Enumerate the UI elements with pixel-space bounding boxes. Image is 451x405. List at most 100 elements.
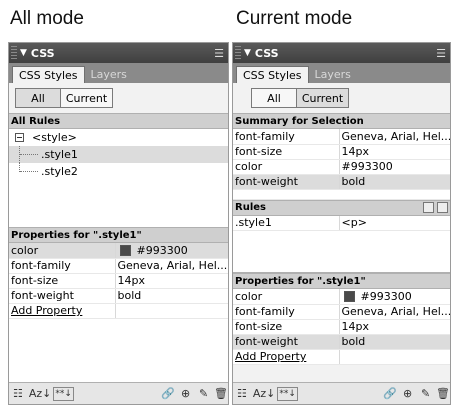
summary-spacer xyxy=(233,189,450,200)
alphabetical-view-button[interactable]: Az↓ xyxy=(29,387,52,400)
rules-empty-area xyxy=(233,231,450,273)
attach-style-sheet-icon[interactable]: 🔗 xyxy=(161,387,175,400)
property-row[interactable]: font-size 14px xyxy=(9,273,228,289)
panel-titlebar[interactable]: ▼ CSS ☰ xyxy=(9,43,228,63)
delete-icon[interactable]: 🗑 xyxy=(214,387,228,400)
color-swatch[interactable] xyxy=(343,290,355,302)
tree-item-label: .style1 xyxy=(41,148,78,161)
property-value[interactable]: bold xyxy=(115,288,228,304)
new-css-rule-icon[interactable]: ⊕ xyxy=(181,387,190,400)
tree-root-label: <style> xyxy=(32,131,77,144)
delete-icon[interactable]: 🗑 xyxy=(436,387,450,400)
add-property-link[interactable]: Add Property xyxy=(233,349,340,365)
property-value-cell[interactable]: #993300 xyxy=(339,289,450,305)
collapse-box-icon[interactable] xyxy=(15,133,24,142)
property-name: color xyxy=(233,159,340,175)
property-value[interactable]: Geneva, Arial, Hel... xyxy=(339,304,450,320)
rule-row[interactable]: .style1 <p> xyxy=(233,215,450,231)
attach-style-sheet-icon[interactable]: 🔗 xyxy=(383,387,397,400)
tab-layers[interactable]: Layers xyxy=(85,66,133,83)
summary-row[interactable]: font-family Geneva, Arial, Hel... xyxy=(233,129,450,145)
property-name: font-size xyxy=(233,319,340,335)
property-value[interactable]: Geneva, Arial, Hel... xyxy=(115,258,228,274)
property-row[interactable]: color #993300 xyxy=(233,289,450,305)
properties-heading[interactable]: Properties for ".style1" xyxy=(233,273,450,289)
summary-heading[interactable]: Summary for Selection xyxy=(233,113,450,129)
current-mode-button[interactable]: Current xyxy=(61,88,113,108)
current-mode-button[interactable]: Current xyxy=(297,88,349,108)
category-view-icon[interactable]: ☷ xyxy=(237,387,247,400)
all-mode-caption: All mode xyxy=(10,8,84,29)
summary-row[interactable]: color #993300 xyxy=(233,159,450,175)
panel-titlebar[interactable]: ▼ CSS ☰ xyxy=(233,43,450,63)
add-property-row: Add Property xyxy=(9,303,228,319)
empty-cell xyxy=(339,349,450,365)
panel-bottom-toolbar: ☷ Az↓ **↓ 🔗 ⊕ ✎ 🗑 xyxy=(9,382,228,404)
edit-style-icon[interactable]: ✎ xyxy=(199,387,208,400)
about-view-icon[interactable] xyxy=(423,201,434,213)
properties-heading[interactable]: Properties for ".style1" xyxy=(9,227,228,243)
set-properties-view-button[interactable]: **↓ xyxy=(277,386,298,401)
summary-row[interactable]: font-weight bold xyxy=(233,174,450,190)
all-mode-button[interactable]: All xyxy=(15,88,61,108)
set-properties-view-button[interactable]: **↓ xyxy=(53,386,74,401)
panel-options-menu-icon[interactable]: ☰ xyxy=(436,47,446,60)
alphabetical-view-button[interactable]: Az↓ xyxy=(253,387,276,400)
panel-options-menu-icon[interactable]: ☰ xyxy=(214,47,224,60)
current-mode-caption: Current mode xyxy=(236,8,353,29)
add-property-label[interactable]: Add Property xyxy=(11,304,82,317)
category-view-icon[interactable]: ☷ xyxy=(13,387,23,400)
tab-css-styles[interactable]: CSS Styles xyxy=(236,66,309,83)
new-css-rule-icon[interactable]: ⊕ xyxy=(403,387,412,400)
property-row[interactable]: font-family Geneva, Arial, Hel... xyxy=(233,304,450,320)
property-name: font-family xyxy=(233,304,340,320)
panel-title: CSS xyxy=(30,46,55,60)
empty-cell xyxy=(115,303,228,319)
edit-style-icon[interactable]: ✎ xyxy=(421,387,430,400)
property-value-cell[interactable]: #993300 xyxy=(115,243,228,259)
summary-row[interactable]: font-size 14px xyxy=(233,144,450,160)
property-row[interactable]: font-weight bold xyxy=(233,334,450,350)
property-name: font-weight xyxy=(9,288,116,304)
panel-title: CSS xyxy=(254,46,279,60)
rules-view-icon[interactable] xyxy=(437,201,448,213)
mode-switch: All Current xyxy=(233,83,450,113)
collapse-triangle-icon[interactable]: ▼ xyxy=(244,48,251,58)
color-swatch[interactable] xyxy=(119,244,131,256)
rules-view-toggles xyxy=(423,201,448,213)
property-value: bold xyxy=(339,174,450,190)
properties-table: color #993300 font-family Geneva, Arial,… xyxy=(9,243,228,319)
properties-empty-area xyxy=(9,318,228,389)
tree-row-style-root[interactable]: <style> xyxy=(9,129,228,146)
property-value[interactable]: bold xyxy=(339,334,450,350)
tab-layers[interactable]: Layers xyxy=(309,66,357,83)
tree-row-style2[interactable]: .style2 xyxy=(9,163,228,180)
property-row[interactable]: color #993300 xyxy=(9,243,228,259)
properties-table: color #993300 font-family Geneva, Arial,… xyxy=(233,289,450,365)
property-name: font-weight xyxy=(233,334,340,350)
property-name: color xyxy=(9,243,116,259)
css-panel-all-mode: ▼ CSS ☰ CSS Styles Layers All Current Al… xyxy=(8,42,229,405)
add-property-row: Add Property xyxy=(233,349,450,365)
css-panel-current-mode: ▼ CSS ☰ CSS Styles Layers All Current Su… xyxy=(232,42,451,405)
property-name: font-family xyxy=(233,129,340,145)
property-value[interactable]: 14px xyxy=(115,273,228,289)
all-rules-heading[interactable]: All Rules xyxy=(9,113,228,129)
add-property-label[interactable]: Add Property xyxy=(235,350,306,363)
property-value[interactable]: 14px xyxy=(339,319,450,335)
rules-heading[interactable]: Rules xyxy=(233,199,450,216)
property-row[interactable]: font-family Geneva, Arial, Hel... xyxy=(9,258,228,274)
tree-row-style1[interactable]: .style1 xyxy=(9,146,228,163)
grip-icon[interactable] xyxy=(11,46,17,60)
property-row[interactable]: font-size 14px xyxy=(233,319,450,335)
property-value: #993300 xyxy=(136,243,188,257)
all-mode-button[interactable]: All xyxy=(251,88,297,108)
property-row[interactable]: font-weight bold xyxy=(9,288,228,304)
property-name: font-weight xyxy=(233,174,340,190)
panel-tabs: CSS Styles Layers xyxy=(233,63,450,83)
collapse-triangle-icon[interactable]: ▼ xyxy=(20,48,27,58)
panel-tabs: CSS Styles Layers xyxy=(9,63,228,83)
grip-icon[interactable] xyxy=(235,46,241,60)
tab-css-styles[interactable]: CSS Styles xyxy=(12,66,85,83)
add-property-link[interactable]: Add Property xyxy=(9,303,116,319)
